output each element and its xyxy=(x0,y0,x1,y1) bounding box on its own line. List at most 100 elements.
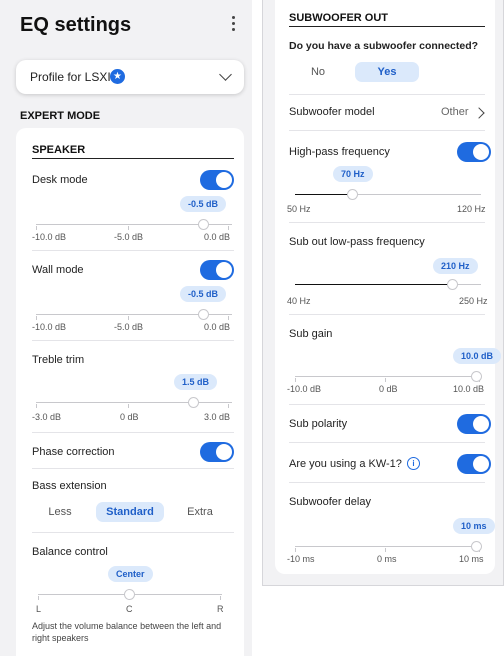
divider xyxy=(289,404,485,405)
tick xyxy=(295,548,296,552)
treble-trim-mid: 0 dB xyxy=(120,412,139,422)
subwoofer-option-no[interactable]: No xyxy=(301,62,335,82)
wall-mode-max: 0.0 dB xyxy=(204,322,231,332)
wall-mode-mid: -5.0 dB xyxy=(114,322,144,332)
high-pass-track xyxy=(351,194,481,195)
divider xyxy=(289,314,485,315)
wall-mode-label: Wall mode xyxy=(32,264,84,276)
kw1-toggle[interactable] xyxy=(457,454,491,474)
subwoofer-delay-label: Subwoofer delay xyxy=(289,496,371,508)
treble-trim-slider-thumb[interactable] xyxy=(188,397,199,408)
bass-option-extra[interactable]: Extra xyxy=(178,502,222,522)
speaker-card: SPEAKER Desk mode -0.5 dB -10.0 dB -5.0 … xyxy=(16,128,244,668)
high-pass-value: 70 Hz xyxy=(333,166,373,182)
divider xyxy=(289,442,485,443)
balance-min: L xyxy=(36,604,42,614)
subwoofer-delay-slider-thumb[interactable] xyxy=(471,541,482,552)
subwoofer-delay-max: 10 ms xyxy=(459,554,484,564)
divider xyxy=(32,250,234,251)
more-options-icon[interactable] xyxy=(226,16,240,36)
low-pass-track-fill xyxy=(295,284,451,285)
profile-dropdown[interactable]: Profile for LSXII ★ xyxy=(16,60,244,94)
page-title: EQ settings xyxy=(20,14,132,36)
tick xyxy=(228,404,229,408)
treble-trim-label: Treble trim xyxy=(32,354,85,366)
tick xyxy=(228,316,229,320)
tick xyxy=(385,378,386,382)
subwoofer-card: SUBWOOFER OUT Do you have a subwoofer co… xyxy=(275,0,502,574)
divider xyxy=(289,482,485,483)
star-badge-icon: ★ xyxy=(110,69,125,84)
info-icon[interactable]: i xyxy=(407,457,420,470)
sub-gain-max: 10.0 dB xyxy=(453,384,485,394)
bass-option-less[interactable]: Less xyxy=(38,502,82,522)
wall-mode-value: -0.5 dB xyxy=(180,286,227,302)
subwoofer-question: Do you have a subwoofer connected? xyxy=(289,40,479,52)
subwoofer-panel: SUBWOOFER OUT Do you have a subwoofer co… xyxy=(262,0,504,586)
sub-gain-track xyxy=(295,376,481,377)
tick xyxy=(38,596,39,600)
desk-mode-slider-thumb[interactable] xyxy=(198,219,209,230)
wall-mode-slider-thumb[interactable] xyxy=(198,309,209,320)
phase-correction-toggle[interactable] xyxy=(200,442,234,462)
tick xyxy=(36,404,37,408)
sub-gain-mid: 0 dB xyxy=(379,384,398,394)
chevron-down-icon xyxy=(219,68,232,81)
balance-slider-thumb[interactable] xyxy=(124,589,135,600)
speaker-heading: SPEAKER xyxy=(32,144,86,156)
tick xyxy=(295,378,296,382)
kw1-label: Are you using a KW-1? xyxy=(289,458,402,470)
sub-gain-slider-thumb[interactable] xyxy=(471,371,482,382)
sub-polarity-label: Sub polarity xyxy=(289,418,348,430)
treble-trim-track xyxy=(36,402,232,403)
speaker-divider xyxy=(32,158,234,159)
low-pass-label: Sub out low-pass frequency xyxy=(289,236,425,248)
high-pass-label: High-pass frequency xyxy=(289,146,390,158)
chevron-right-icon[interactable] xyxy=(473,107,485,119)
tick xyxy=(220,596,221,600)
divider xyxy=(32,468,234,469)
subwoofer-option-yes[interactable]: Yes xyxy=(355,62,419,82)
high-pass-toggle[interactable] xyxy=(457,142,491,162)
balance-value: Center xyxy=(108,566,153,582)
high-pass-track-fill xyxy=(295,194,351,195)
balance-control-label: Balance control xyxy=(32,546,108,558)
wall-mode-toggle[interactable] xyxy=(200,260,234,280)
low-pass-slider-thumb[interactable] xyxy=(447,279,458,290)
sub-gain-label: Sub gain xyxy=(289,328,333,340)
divider xyxy=(32,432,234,433)
desk-mode-toggle[interactable] xyxy=(200,170,234,190)
sub-gain-min: -10.0 dB xyxy=(287,384,322,394)
subwoofer-delay-mid: 0 ms xyxy=(377,554,397,564)
bass-option-standard[interactable]: Standard xyxy=(96,502,164,522)
phase-correction-label: Phase correction xyxy=(32,446,115,458)
tick xyxy=(128,226,129,230)
expert-mode-heading: EXPERT MODE xyxy=(20,110,101,122)
balance-max: R xyxy=(217,604,224,614)
high-pass-slider-thumb[interactable] xyxy=(347,189,358,200)
treble-trim-min: -3.0 dB xyxy=(32,412,62,422)
tick xyxy=(128,316,129,320)
tick xyxy=(385,548,386,552)
divider xyxy=(289,94,485,95)
subwoofer-delay-value: 10 ms xyxy=(453,518,495,534)
low-pass-min: 40 Hz xyxy=(287,296,311,306)
low-pass-max: 250 Hz xyxy=(459,296,488,306)
desk-mode-value: -0.5 dB xyxy=(180,196,227,212)
subwoofer-delay-track xyxy=(295,546,481,547)
divider xyxy=(289,222,485,223)
eq-settings-panel: EQ settings Profile for LSXII ★ EXPERT M… xyxy=(0,0,252,668)
tick xyxy=(36,316,37,320)
wall-mode-min: -10.0 dB xyxy=(32,322,67,332)
balance-mid: C xyxy=(126,604,133,614)
profile-label: Profile for LSXII xyxy=(30,70,115,84)
desk-mode-min: -10.0 dB xyxy=(32,232,67,242)
high-pass-min: 50 Hz xyxy=(287,204,311,214)
divider xyxy=(32,532,234,533)
sub-gain-value: 10.0 dB xyxy=(453,348,502,364)
sub-polarity-toggle[interactable] xyxy=(457,414,491,434)
subwoofer-out-heading: SUBWOOFER OUT xyxy=(289,12,388,24)
subwoofer-divider xyxy=(289,26,485,27)
subwoofer-model-value[interactable]: Other xyxy=(441,106,469,118)
tick xyxy=(128,404,129,408)
